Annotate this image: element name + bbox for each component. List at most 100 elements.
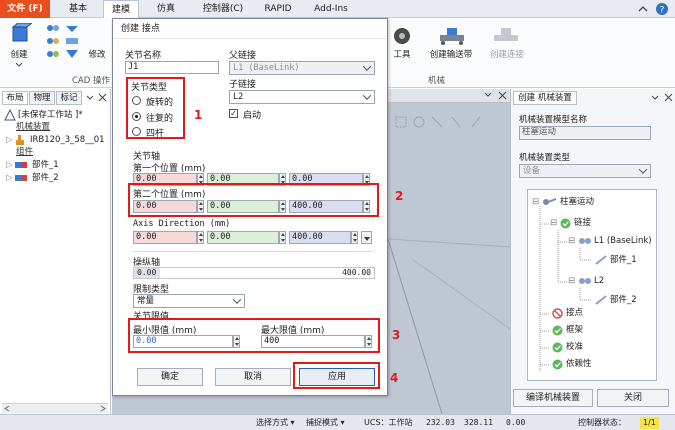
apply-button[interactable]: 应用: [299, 368, 375, 386]
tree-collapse[interactable]: ⊟: [568, 236, 575, 247]
tree-frame[interactable]: 框架: [566, 325, 583, 336]
axis-dir-z[interactable]: 400.00: [289, 231, 351, 244]
axis-dir-y[interactable]: 0.00: [207, 231, 279, 244]
max-limit-input[interactable]: 400: [261, 335, 365, 348]
tree-calibration[interactable]: 校准: [566, 342, 583, 353]
tree-expander[interactable]: ▷: [6, 135, 13, 146]
tab-modeling[interactable]: 建模: [103, 0, 139, 19]
tree-collapse[interactable]: ⊟: [550, 218, 557, 229]
child-link-select[interactable]: L2: [229, 90, 375, 104]
collapse-ribbon-icon[interactable]: [638, 4, 648, 14]
min-limit-input[interactable]: 0.00: [133, 335, 233, 348]
tab-tags[interactable]: 标记: [56, 91, 82, 105]
controller-status[interactable]: 1/1: [640, 417, 659, 429]
tree-link-l1[interactable]: L1 (BaseLink): [594, 236, 652, 247]
tool-icon[interactable]: [392, 26, 412, 46]
model-name-input[interactable]: 柱塞运动: [519, 126, 651, 140]
scroll-left-icon[interactable]: [4, 405, 10, 412]
compile-mechanism-button[interactable]: 编译机械装置: [513, 389, 593, 407]
spin-min-limit[interactable]: [233, 335, 240, 348]
help-icon[interactable]: ?: [655, 2, 669, 16]
close-button[interactable]: 关闭: [597, 389, 669, 407]
tree-collapse[interactable]: ⊟: [532, 197, 539, 208]
jog-min-value: 0.00: [137, 268, 157, 277]
horizontal-scrollbar[interactable]: [2, 403, 108, 413]
axis-direction-label: Axis Direction (mm): [133, 219, 231, 229]
cancel-button[interactable]: 取消: [215, 368, 291, 386]
spin-second-y[interactable]: [279, 200, 286, 213]
tree-dependency[interactable]: 依赖性: [566, 359, 592, 370]
enable-checkbox[interactable]: ✓: [229, 109, 238, 118]
tree-expander[interactable]: ▷: [6, 173, 13, 184]
tool-button[interactable]: 工具: [388, 48, 416, 60]
radio-prismatic[interactable]: [132, 112, 141, 121]
tree-group[interactable]: 组件: [16, 147, 33, 158]
tab-basic[interactable]: 基本: [60, 0, 96, 18]
annotation-number-4: 4: [390, 371, 399, 385]
second-pos-y[interactable]: 0.00: [207, 200, 279, 213]
ucs-indicator[interactable]: UCS：工作站: [364, 417, 413, 429]
tree-mechanism[interactable]: 机械装置: [16, 122, 50, 133]
spin-axis-z[interactable]: [351, 231, 358, 244]
axis-dir-x[interactable]: 0.00: [133, 231, 197, 244]
create-body-icon[interactable]: [10, 23, 32, 43]
tree-link-l2[interactable]: L2: [594, 276, 604, 287]
cad-tools-icons[interactable]: [45, 24, 61, 66]
file-menu[interactable]: 文件 (F): [0, 0, 50, 18]
spin-second-z[interactable]: [363, 200, 370, 213]
cad-tools-icons-2[interactable]: [64, 24, 80, 66]
tree-part-2[interactable]: 部件_2: [32, 173, 59, 184]
tab-rapid[interactable]: RAPID: [258, 0, 298, 18]
tab-addins[interactable]: Add-Ins: [306, 0, 356, 18]
close-icon[interactable]: [98, 93, 107, 102]
parent-link-label: 父链接: [229, 51, 257, 61]
tree-robot[interactable]: IRB120_3_58__01: [30, 135, 105, 146]
mechanism-group-label: 机械: [428, 76, 446, 86]
part-icon: [595, 295, 607, 305]
limit-type-select[interactable]: 常量: [133, 294, 245, 308]
type-prismatic-label: 往复的: [146, 114, 174, 124]
joint-name-input[interactable]: J1: [125, 61, 219, 74]
panel-menu-icon[interactable]: [86, 95, 94, 101]
second-pos-x[interactable]: 0.00: [133, 200, 197, 213]
scroll-right-icon[interactable]: [100, 405, 106, 412]
radio-rotary[interactable]: [132, 96, 141, 105]
close-icon[interactable]: [664, 93, 673, 102]
tree-expander[interactable]: ▷: [6, 160, 13, 171]
ok-button[interactable]: 确定: [137, 368, 203, 386]
check-circle-icon: [552, 325, 563, 336]
tab-layout[interactable]: 布局: [2, 91, 28, 105]
create-conveyor-icon[interactable]: [438, 26, 466, 46]
tab-physics[interactable]: 物理: [29, 91, 55, 105]
type-rotary-label: 旋转的: [146, 98, 174, 108]
chevron-down-icon[interactable]: [15, 62, 23, 68]
modify-button[interactable]: 修改: [84, 48, 110, 60]
jog-axis-slider[interactable]: 0.00 400.00: [133, 267, 375, 279]
spin-axis-x[interactable]: [197, 231, 204, 244]
panel-menu-icon[interactable]: [651, 95, 659, 101]
tree-l1-part[interactable]: 部件_1: [610, 255, 637, 266]
tree-joints[interactable]: 接点: [566, 308, 583, 319]
tree-station[interactable]: [未保存工作站 ]*: [18, 110, 83, 121]
second-pos-z[interactable]: 400.00: [289, 200, 363, 213]
selection-mode-dropdown[interactable]: 选择方式 ▾: [256, 417, 295, 429]
tree-part-1[interactable]: 部件_1: [32, 160, 59, 171]
mechanism-type-select[interactable]: 设备: [519, 164, 651, 178]
axis-direction-dropdown[interactable]: [361, 231, 372, 244]
tree-collapse[interactable]: ⊟: [568, 276, 575, 287]
spin-second-x[interactable]: [197, 200, 204, 213]
tab-controller[interactable]: 控制器(C): [193, 0, 253, 18]
tab-simulation[interactable]: 仿真: [146, 0, 186, 18]
radio-four-bar[interactable]: [132, 127, 141, 136]
create-conveyor-button[interactable]: 创建输送带: [420, 48, 482, 60]
spin-axis-y[interactable]: [279, 231, 286, 244]
snap-mode-dropdown[interactable]: 捕捉模式 ▾: [306, 417, 345, 429]
tree-l2-part[interactable]: 部件_2: [610, 295, 637, 306]
tree-links[interactable]: 链接: [574, 218, 591, 229]
tab-create-mechanism[interactable]: 创建 机械装置: [513, 91, 577, 105]
tree-root[interactable]: 柱塞运动: [560, 197, 594, 208]
divider: [133, 251, 373, 252]
parent-link-select[interactable]: L1 (BaseLink): [229, 61, 375, 75]
create-button[interactable]: 创建: [4, 48, 34, 60]
spin-max-limit[interactable]: [365, 335, 372, 348]
